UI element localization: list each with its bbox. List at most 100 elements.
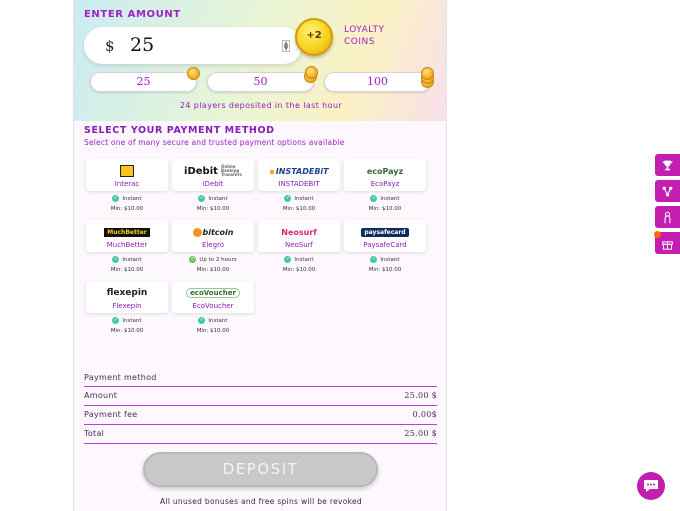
payment-speed: Instant xyxy=(122,196,142,202)
loyalty-coin-icon: +2 xyxy=(295,18,333,56)
payment-method-subtitle: Select one of many secure and trusted pa… xyxy=(84,138,345,147)
payment-card-ecopayz[interactable]: ecoPayz EcoPayz xyxy=(344,159,426,191)
payment-card-muchbetter[interactable]: MuchBetter MuchBetter xyxy=(86,220,168,252)
payment-method-name: Flexepin xyxy=(112,302,142,310)
notification-dot xyxy=(654,231,661,238)
summary-label: Payment fee xyxy=(84,410,138,419)
payment-speed: Instant xyxy=(122,257,142,263)
payment-card-flexepin[interactable]: flexepin Flexepin xyxy=(86,281,168,313)
payment-logo-text: INSTADEBiT xyxy=(275,166,329,176)
deposit-panel: ENTER AMOUNT $ 25 ▲ ▼ +2 LOYALTY COINS 25… xyxy=(73,0,447,511)
bitcoin-logo-icon: bitcoin xyxy=(172,225,254,239)
payment-meta: ✓ Instant Min: $10.00 xyxy=(86,316,168,336)
payment-method-name: PaysafeCard xyxy=(363,241,407,249)
payment-card-ecovoucher[interactable]: ecoVoucher EcoVoucher xyxy=(172,281,254,313)
instant-icon: ✓ xyxy=(370,256,378,263)
payment-logo-text: paysafecard xyxy=(361,227,409,237)
summary-amount-row: Amount 25.00 $ xyxy=(84,388,437,405)
payment-method-name: EcoPayz xyxy=(370,180,400,188)
loyalty-label-line1: LOYALTY xyxy=(344,25,385,35)
flexepin-logo-icon: flexepin xyxy=(86,286,168,300)
trophy-tab[interactable] xyxy=(655,154,680,176)
payment-logo-text: bitcoin xyxy=(202,227,234,237)
chat-button[interactable] xyxy=(637,472,665,500)
summary-label: Total xyxy=(84,429,105,438)
payment-method-name: Interac xyxy=(114,180,140,188)
payment-speed: Instant xyxy=(380,196,400,202)
payment-card-interac[interactable]: Interac xyxy=(86,159,168,191)
payment-meta: ✓ Instant Min: $10.00 xyxy=(172,316,254,336)
payment-speed: Instant xyxy=(294,257,314,263)
instadebit-logo-icon: ▪ INSTADEBiT xyxy=(269,166,329,176)
instant-icon: ✓ xyxy=(112,256,120,263)
divider xyxy=(84,386,437,387)
summary-fee-row: Payment fee 0.00$ xyxy=(84,407,437,424)
payment-min: Min: $10.00 xyxy=(368,206,402,212)
gift-icon xyxy=(662,240,673,250)
payment-speed: Instant xyxy=(208,196,228,202)
ecopayz-logo-icon: ecoPayz xyxy=(344,164,426,178)
payment-meta: ✓ Instant Min: $10.00 xyxy=(344,194,426,214)
payment-logo-text: iDebit xyxy=(184,165,218,177)
payment-method-name: iDebit xyxy=(202,180,224,188)
payment-method-name: Elegro xyxy=(201,241,225,249)
trophy-icon xyxy=(662,160,673,170)
payment-card-neosurf[interactable]: Neosurf NeoSurf xyxy=(258,220,340,252)
payment-card-elegro[interactable]: bitcoin Elegro xyxy=(172,220,254,252)
loyalty-label-line2: COINS xyxy=(344,37,375,47)
instant-icon: ✓ xyxy=(284,195,292,202)
profile-tab[interactable] xyxy=(655,206,680,228)
currency-symbol: $ xyxy=(105,37,115,55)
paysafecard-logo-icon: paysafecard xyxy=(344,225,426,239)
payment-logo-text: flexepin xyxy=(106,288,148,298)
amount-input[interactable]: $ 25 ▲ ▼ xyxy=(84,27,302,64)
bonus-warning: All unused bonuses and free spins will b… xyxy=(160,497,362,506)
payment-method-name: MuchBetter xyxy=(106,241,148,249)
divider xyxy=(84,443,437,444)
payment-min: Min: $10.00 xyxy=(110,267,144,273)
payment-speed: Instant xyxy=(122,318,142,324)
payment-min: Min: $10.00 xyxy=(110,206,144,212)
network-tab[interactable] xyxy=(655,180,680,202)
loyalty-coins-label: LOYALTY COINS xyxy=(344,24,385,48)
payment-logo-text: Neosurf xyxy=(281,227,317,237)
payment-meta: ✓ Instant Min: $10.00 xyxy=(344,255,426,275)
amount-section: ENTER AMOUNT $ 25 ▲ ▼ +2 LOYALTY COINS 25… xyxy=(74,0,446,121)
payment-meta: ✓ Instant Min: $10.00 xyxy=(86,194,168,214)
preset-amount-100[interactable]: 100 xyxy=(324,72,431,92)
payment-card-idebit[interactable]: iDebit Online Banking Transfers iDebit xyxy=(172,159,254,191)
payment-method-name: NeoSurf xyxy=(284,241,314,249)
payment-min: Min: $10.00 xyxy=(282,206,316,212)
preset-amount-50[interactable]: 50 xyxy=(207,72,314,92)
payment-min: Min: $10.00 xyxy=(196,267,230,273)
payment-min: Min: $10.00 xyxy=(196,328,230,334)
instant-icon: ✓ xyxy=(112,317,120,324)
summary-value: 25.00 $ xyxy=(404,391,437,400)
instant-icon: ✓ xyxy=(198,195,206,202)
payment-logo-text: ecoVoucher xyxy=(186,288,240,298)
preset-amount-25[interactable]: 25 xyxy=(90,72,197,92)
payment-min: Min: $10.00 xyxy=(368,267,402,273)
payment-logo-text: ecoPayz xyxy=(366,166,404,176)
payment-card-paysafecard[interactable]: paysafecard PaysafeCard xyxy=(344,220,426,252)
instant-icon: ✓ xyxy=(198,317,206,324)
payment-speed: Up to 2 hours xyxy=(199,257,237,263)
divider xyxy=(84,424,437,425)
idebit-logo-tagline: Online Banking Transfers xyxy=(220,164,242,177)
instant-icon: ✓ xyxy=(284,256,292,263)
loyalty-coin-count: +2 xyxy=(306,30,322,41)
payment-meta: ✓ Instant Min: $10.00 xyxy=(258,194,340,214)
instant-icon: ✓ xyxy=(370,195,378,202)
payment-min: Min: $10.00 xyxy=(282,267,316,273)
payment-min: Min: $10.00 xyxy=(110,328,144,334)
payment-meta: ✓ Instant Min: $10.00 xyxy=(172,194,254,214)
amount-stepper[interactable]: ▲ ▼ xyxy=(282,40,290,52)
deposit-button[interactable]: DEPOSIT xyxy=(143,452,378,487)
summary-total-row: Total 25.00 $ xyxy=(84,426,437,443)
payment-speed: Instant xyxy=(380,257,400,263)
neosurf-logo-icon: Neosurf xyxy=(258,225,340,239)
payment-card-instadebit[interactable]: ▪ INSTADEBiT INSTADEBIT xyxy=(258,159,340,191)
ecovoucher-logo-icon: ecoVoucher xyxy=(172,286,254,300)
amount-value[interactable]: 25 xyxy=(130,34,154,56)
enter-amount-label: ENTER AMOUNT xyxy=(84,9,181,20)
